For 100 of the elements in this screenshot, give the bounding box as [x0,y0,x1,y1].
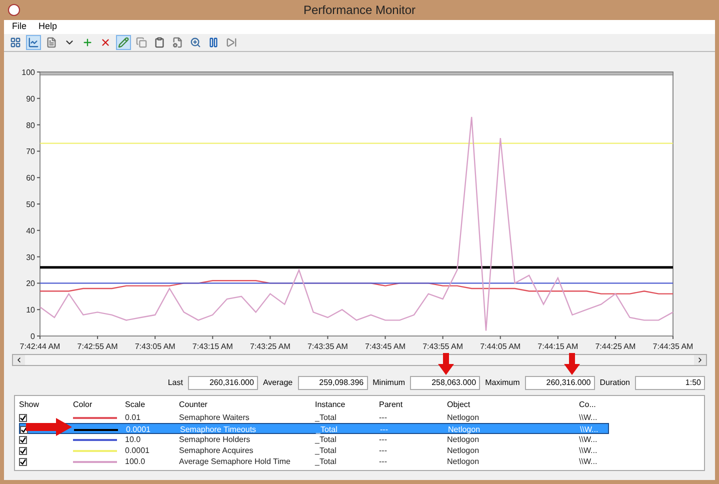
stat-value: 260,316.000 [188,376,258,390]
y-tick-label: 30 [26,252,35,262]
table-cell-text: --- [379,434,388,446]
x-tick-label: 7:44:05 AM [480,342,521,351]
table-cell-text: 100.0 [125,456,146,468]
table-cell-text: Semaphore Holders [179,434,252,446]
menu-item[interactable]: Help [38,20,58,34]
table-cell-text: Semaphore Timeouts [180,424,258,436]
stat-value: 258,063.000 [410,376,480,390]
y-tick-label: 40 [26,226,35,236]
table-cell-text: Semaphore Acquires [179,445,254,457]
table-cell-text: _Total [315,445,338,457]
table-cell-text: Netlogon [447,434,480,446]
column-header[interactable]: Scale [125,399,179,411]
clipboard-icon [154,37,165,48]
column-header[interactable]: Show [19,399,73,411]
table-cell-text: Netlogon [448,424,482,436]
scroll-right-button[interactable] [694,355,706,365]
table-cell-text: _Total [315,412,338,424]
y-tick-label: 50 [26,200,35,209]
table-cell-text: \\W... [580,424,600,436]
y-tick-label: 60 [26,174,35,183]
y-tick-label: 20 [26,279,35,288]
stat-label: Last [168,377,183,389]
table-cell-text: --- [379,445,388,457]
table-cell-text: _Total [316,424,338,436]
table-cell-text: _Total [315,434,338,446]
toolbar-button[interactable] [8,35,23,50]
y-tick-label: 70 [26,147,35,156]
stat-value: 1:50 [635,376,705,390]
annotation-arrow [26,418,72,436]
table-cell-text: \\W... [579,434,598,446]
delete-icon [100,37,111,48]
show-checkbox[interactable] [19,436,27,444]
x-tick-label: 7:42:44 AM [20,342,60,351]
pause-icon [208,37,219,48]
table-row[interactable]: 100.0 Average Semaphore Hold Time _Total --- Netlogon \\W... [19,456,609,467]
table-cell-text: _Total [315,456,338,468]
table-cell-text: \\W... [579,456,598,468]
show-checkbox[interactable] [19,447,27,455]
x-tick-label: 7:43:15 AM [192,342,233,351]
line-chart-icon [28,37,39,48]
column-header[interactable]: Parent [379,399,447,411]
table-cell-text: 10.0 [125,434,142,446]
y-tick-label: 80 [26,120,35,130]
plus-icon [82,37,93,48]
document-icon [46,37,57,48]
show-checkbox[interactable] [19,458,27,466]
table-cell-text: Average Semaphore Hold Time [179,456,292,468]
table-cell-text: --- [379,456,388,468]
x-tick-label: 7:42:55 AM [77,342,118,351]
window-title: Performance Monitor [302,2,417,19]
scroll-right-icon [696,356,704,364]
table-cell-text: --- [379,412,388,424]
column-header[interactable]: Object [447,399,579,411]
table-cell-text: \\W... [579,412,598,424]
table-cell-text: --- [380,424,389,436]
x-tick-label: 7:43:35 AM [307,342,348,351]
annotation-arrow [438,353,454,375]
zoom-icon [190,37,201,48]
x-tick-label: 7:43:55 AM [422,342,464,351]
stat-value: 259,098.396 [298,376,368,390]
column-header[interactable]: Color [73,399,125,411]
table-cell-text: \\W... [579,445,598,457]
scroll-left-icon [15,356,23,364]
show-checkbox[interactable] [19,414,27,422]
step-icon [226,37,237,48]
y-tick-label: 0 [30,332,35,341]
app-icon [8,4,20,16]
scroll-left-button[interactable] [13,355,25,365]
table-cell-text: 0.0001 [125,445,150,457]
y-tick-label: 90 [26,94,35,104]
toolbar-button[interactable] [188,35,203,50]
x-tick-label: 7:43:25 AM [250,342,290,351]
table-row[interactable]: 10.0 Semaphore Holders _Total --- Netlogon \\W... [19,434,609,445]
x-tick-label: 7:44:25 AM [595,342,636,351]
stat-label: Average [262,377,293,389]
annotation-arrow [564,353,580,375]
table-row[interactable]: 0.01 Semaphore Waiters _Total --- Netlogon \\W... [19,412,609,423]
column-header[interactable]: Counter [179,399,315,411]
x-tick-label: 7:43:45 AM [365,342,406,351]
x-tick-label: 7:44:35 AM [652,342,694,351]
stat-label: Maximum [485,377,520,389]
properties-icon [172,37,183,48]
table-cell-text: Netlogon [447,445,480,457]
column-header[interactable]: Instance [315,399,379,411]
pencil-icon [118,37,129,48]
table-cell-text: Semaphore Waiters [179,412,250,424]
table-cell-text: 0.01 [125,412,142,424]
copy-icon [136,37,147,48]
stat-value: 260,316.000 [524,376,595,390]
menu-item[interactable]: File [12,20,27,34]
x-tick-label: 7:44:15 AM [538,342,578,351]
column-header[interactable]: Co... [579,399,609,411]
grid-icon [10,37,21,48]
stat-label: Minimum [372,377,406,389]
table-cell-text: Netlogon [447,412,480,424]
y-tick-label: 10 [26,306,35,315]
x-tick-label: 7:43:05 AM [134,342,176,351]
table-row[interactable]: 0.0001 Semaphore Acquires _Total --- Netlogon \\W... [19,445,609,456]
